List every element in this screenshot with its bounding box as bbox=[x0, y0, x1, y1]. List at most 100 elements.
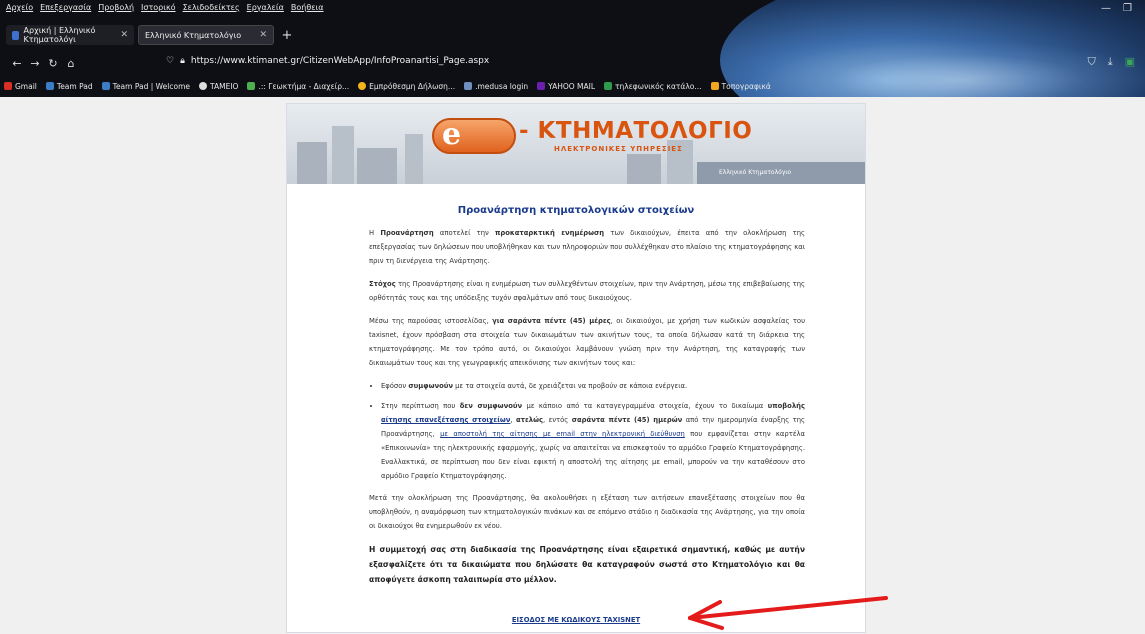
text-fragment: Στόχος bbox=[369, 280, 396, 288]
gmail-icon bbox=[4, 82, 12, 90]
text-fragment: με κάποιο από τα καταγεγραμμένα στοιχεία… bbox=[522, 402, 768, 410]
home-icon[interactable]: ⌂ bbox=[62, 57, 80, 70]
new-tab-icon[interactable]: + bbox=[278, 28, 296, 43]
options-list: Εφόσον συμφωνούν με τα στοιχεία αυτά, δε… bbox=[381, 379, 805, 483]
menu-view[interactable]: Προβολή bbox=[98, 3, 134, 17]
paragraph-after: Μετά την ολοκλήρωση της Προανάρτησης, θα… bbox=[369, 491, 805, 533]
reload-icon[interactable]: ↻ bbox=[44, 57, 62, 70]
menu-history[interactable]: Ιστορικό bbox=[141, 3, 176, 17]
header-banner: e - ΚΤΗΜΑΤΟΛΟΓΙΟ ΗΛΕΚΤΡΟΝΙΚΕΣ ΥΠΗΡΕΣΙΕΣ … bbox=[287, 104, 865, 184]
text-fragment: .medusa login bbox=[475, 81, 529, 91]
building-silhouette bbox=[297, 142, 327, 184]
site-favicon-icon bbox=[12, 30, 19, 40]
menu-edit[interactable]: Επεξεργασία bbox=[40, 3, 91, 17]
menu-bar: Αρχείο Επεξεργασία Προβολή Ιστορικό Σελι… bbox=[6, 3, 324, 17]
text-fragment: , εντός bbox=[543, 416, 572, 424]
page-viewport: e - ΚΤΗΜΑΤΟΛΟΓΙΟ ΗΛΕΚΤΡΟΝΙΚΕΣ ΥΠΗΡΕΣΙΕΣ … bbox=[0, 97, 1145, 633]
email-request-link[interactable]: με αποστολή της αίτησης με email στην ηλ… bbox=[440, 430, 685, 438]
paragraph-importance: Η συμμετοχή σας στη διαδικασία της Προαν… bbox=[369, 545, 805, 584]
bookmark-team-pad[interactable]: Team Pad bbox=[45, 81, 93, 91]
text-fragment: Στην περίπτωση που bbox=[381, 402, 460, 410]
bookmark-medusa[interactable]: .medusa login bbox=[464, 82, 528, 91]
red-arrow-annotation bbox=[688, 596, 888, 630]
text-fragment: τηλεφωνικός κατάλο... bbox=[615, 81, 702, 91]
review-request-link[interactable]: αίτησης επανεξέτασης στοιχείων bbox=[381, 416, 510, 424]
dilosi-icon bbox=[358, 82, 367, 90]
close-tab-icon[interactable]: ✕ bbox=[120, 30, 128, 40]
bookmark-yahoo[interactable]: YAHOO MAIL bbox=[537, 82, 595, 91]
bookmarks-bar: Gmail Team Pad Team Pad | Welcome TAMEIO… bbox=[4, 79, 771, 93]
phonebook-icon bbox=[604, 82, 613, 90]
list-item: Στην περίπτωση που δεν συμφωνούν με κάπο… bbox=[381, 399, 805, 483]
text-fragment: Μετά την ολοκλήρωση της Προανάρτησης, θα… bbox=[369, 494, 805, 530]
text-fragment: υποβολής bbox=[767, 402, 806, 410]
restore-icon[interactable]: ❐ bbox=[1123, 3, 1132, 14]
text-fragment: .:: Γεωκτήμα - Διαχείρ... bbox=[258, 81, 350, 91]
back-icon[interactable]: ← bbox=[8, 57, 26, 70]
list-item: Εφόσον συμφωνούν με τα στοιχεία αυτά, δε… bbox=[381, 379, 805, 393]
menu-help[interactable]: Βοήθεια bbox=[291, 3, 324, 17]
close-tab-icon[interactable]: ✕ bbox=[259, 30, 267, 40]
text-fragment: Εμπρόθεσμη Δήλωση... bbox=[369, 81, 456, 91]
forward-icon[interactable]: → bbox=[26, 57, 44, 70]
url-text: https://www.ktimanet.gr/CitizenWebApp/In… bbox=[190, 56, 490, 66]
bookmark-gmail[interactable]: Gmail bbox=[4, 82, 37, 91]
extension-icon[interactable]: ▣ bbox=[1125, 55, 1135, 69]
bookmark-phonebook[interactable]: τηλεφωνικός κατάλο... bbox=[604, 82, 702, 91]
team-pad-icon bbox=[101, 82, 110, 90]
text-fragment: δεν συμφωνούν bbox=[459, 402, 523, 410]
shield-icon: ♡ bbox=[166, 56, 175, 66]
building-silhouette bbox=[627, 154, 661, 184]
folder-icon bbox=[710, 82, 719, 90]
logo-title: - ΚΤΗΜΑΤΟΛΟΓΙΟ bbox=[519, 118, 753, 144]
bookmark-topografika[interactable]: Τοπογραφικά bbox=[710, 81, 771, 91]
text-fragment: YAHOO MAIL bbox=[548, 81, 596, 91]
text-fragment: της Προανάρτησης είναι η ενημέρωση των σ… bbox=[369, 280, 805, 302]
text-fragment: για σαράντα πέντε (45) μέρες bbox=[492, 317, 611, 325]
tab-ktimatologio-home[interactable]: Αρχική | Ελληνικό Κτηματολόγι ✕ bbox=[6, 25, 134, 45]
yahoo-icon bbox=[537, 82, 546, 90]
building-silhouette bbox=[405, 134, 423, 184]
bookmark-dilosi[interactable]: Εμπρόθεσμη Δήλωση... bbox=[358, 82, 455, 91]
text-fragment: ατελώς bbox=[515, 416, 544, 424]
text-fragment: προκαταρκτική ενημέρωση bbox=[495, 229, 605, 237]
tab-title: Ελληνικό Κτηματολόγιο bbox=[145, 30, 242, 40]
building-silhouette bbox=[357, 148, 397, 184]
tab-bar: Αρχική | Ελληνικό Κτηματολόγι ✕ Ελληνικό… bbox=[6, 24, 296, 46]
menu-file[interactable]: Αρχείο bbox=[6, 3, 33, 17]
menu-tools[interactable]: Εργαλεία bbox=[247, 3, 284, 17]
toolbar-right: ⛉ ⤓ ▣ bbox=[1087, 55, 1135, 69]
text-fragment: Gmail bbox=[15, 81, 37, 91]
text-fragment: Τοπογραφικά bbox=[721, 81, 771, 91]
team-pad-icon bbox=[45, 82, 54, 90]
medusa-icon bbox=[464, 82, 473, 90]
text-fragment: Team Pad bbox=[56, 81, 93, 91]
download-icon[interactable]: ⤓ bbox=[1108, 55, 1113, 69]
page-title: Προανάρτηση κτηματολογικών στοιχείων bbox=[457, 205, 695, 216]
globe-icon bbox=[199, 82, 207, 90]
paragraph-intro: Η Προανάρτηση αποτελεί την προκαταρκτική… bbox=[369, 226, 805, 268]
text-fragment: με τα στοιχεία αυτά, δε χρειάζεται να πρ… bbox=[453, 382, 688, 390]
pocket-icon[interactable]: ⛉ bbox=[1087, 55, 1095, 69]
building-silhouette bbox=[332, 126, 354, 184]
text-fragment: αποτελεί την bbox=[433, 229, 496, 237]
bookmark-geoktima[interactable]: .:: Γεωκτήμα - Διαχείρ... bbox=[247, 82, 349, 91]
text-fragment: Team Pad | Welcome bbox=[112, 81, 190, 91]
content-card: e - ΚΤΗΜΑΤΟΛΟΓΙΟ ΗΛΕΚΤΡΟΝΙΚΕΣ ΥΠΗΡΕΣΙΕΣ … bbox=[286, 103, 866, 633]
text-fragment: Μέσω της παρούσας ιστοσελίδας, bbox=[369, 317, 493, 325]
logo-subtitle: ΗΛΕΚΤΡΟΝΙΚΕΣ ΥΠΗΡΕΣΙΕΣ bbox=[554, 145, 683, 153]
minimize-icon[interactable]: — bbox=[1101, 3, 1111, 14]
address-bar[interactable]: ♡ 🔒︎ https://www.ktimanet.gr/CitizenWebA… bbox=[166, 56, 489, 66]
bookmark-team-pad-welcome[interactable]: Team Pad | Welcome bbox=[101, 81, 190, 91]
tab-ktimatologio-active[interactable]: Ελληνικό Κτηματολόγιο ✕ bbox=[138, 25, 274, 45]
paragraph-goal: Στόχος της Προανάρτησης είναι η ενημέρωσ… bbox=[369, 277, 805, 305]
menu-bookmarks[interactable]: Σελιδοδείκτες bbox=[183, 3, 240, 17]
text-fragment: σαράντα πέντε (45) ημερών bbox=[571, 416, 683, 424]
bookmark-tameio[interactable]: TAMEIO bbox=[199, 82, 238, 91]
logo-corner-text: Ελληνικό Κτηματολόγιο bbox=[719, 169, 792, 176]
paragraph-access: Μέσω της παρούσας ιστοσελίδας, για σαράν… bbox=[369, 314, 805, 370]
tab-title: Αρχική | Ελληνικό Κτηματολόγι bbox=[23, 26, 96, 44]
text-fragment: συμφωνούν bbox=[408, 382, 454, 390]
lock-icon: 🔒︎ bbox=[180, 56, 185, 66]
logo-e-letter: e bbox=[442, 117, 462, 152]
